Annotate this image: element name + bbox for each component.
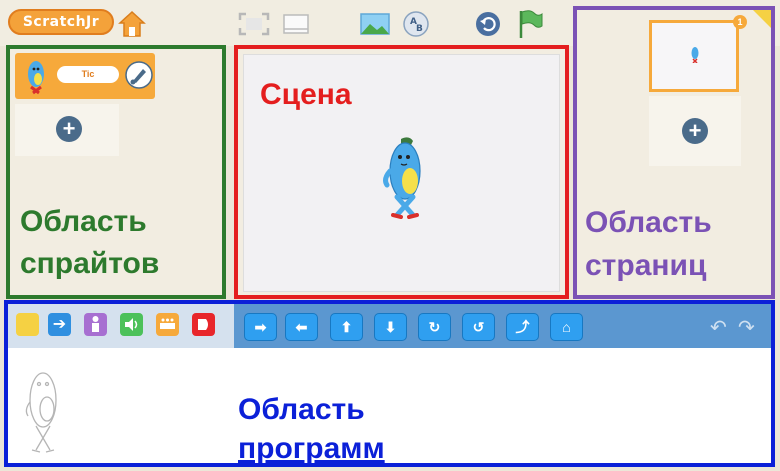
home-icon[interactable]: [118, 10, 146, 38]
paintbrush-icon[interactable]: [125, 61, 153, 89]
sprites-area: Tic + Область спрайтов: [6, 45, 226, 299]
sprite-card-selected[interactable]: Tic: [15, 53, 155, 99]
move-up-block[interactable]: ⬆: [330, 313, 363, 341]
current-sprite-outline-icon: [20, 364, 66, 458]
turn-right-block[interactable]: ↻: [418, 313, 451, 341]
undo-icon[interactable]: ↶: [710, 318, 727, 338]
go-home-block[interactable]: ⌂: [550, 313, 583, 341]
move-down-block[interactable]: ⬇: [374, 313, 407, 341]
sound-category-icon[interactable]: [120, 313, 143, 336]
category-strip: ➔: [8, 304, 234, 348]
scratchjr-logo: ScratchJr: [8, 9, 114, 35]
redo-icon[interactable]: ↷: [738, 318, 755, 338]
control-category-icon[interactable]: [156, 313, 179, 336]
stage-area: Сцена: [234, 45, 569, 299]
pages-area-label-line2: страниц: [585, 249, 707, 282]
add-sprite-tile: +: [15, 104, 119, 156]
block-palette: ➔ ➡ ⬅ ⬆ ⬇ ↻ ↺ ⤴ ⌂ ↶ ↷: [8, 304, 771, 348]
sprite-thumbnail-icon: [21, 57, 51, 95]
page-thumbnail-1[interactable]: [649, 20, 739, 92]
stage-area-label: Сцена: [260, 78, 352, 111]
pages-area: 1 + Область страниц: [573, 6, 775, 299]
triggering-category-icon[interactable]: [16, 313, 39, 336]
program-area: ➔ ➡ ⬅ ⬆ ⬇ ↻ ↺ ⤴ ⌂ ↶ ↷ Область программ: [4, 300, 775, 467]
background-icon[interactable]: [360, 12, 390, 36]
cat-sprite-icon[interactable]: [379, 135, 431, 220]
svg-text:B: B: [416, 24, 423, 34]
add-page-tile: +: [649, 96, 741, 166]
motion-category-icon[interactable]: ➔: [48, 313, 71, 336]
reset-icon[interactable]: [474, 10, 502, 38]
add-sprite-button[interactable]: +: [56, 116, 82, 142]
grid-icon[interactable]: [283, 14, 309, 34]
program-area-label-line2: программ: [238, 432, 385, 465]
text-icon[interactable]: A B: [402, 10, 430, 38]
sprites-area-label-line1: Область: [20, 205, 147, 238]
page-sprite-icon: [690, 45, 700, 64]
sprite-name-label: Tic: [57, 66, 119, 83]
program-area-label-line1: Область: [238, 393, 365, 426]
looks-category-icon[interactable]: [84, 313, 107, 336]
stage-canvas[interactable]: Сцена: [243, 54, 560, 292]
pages-area-label-line1: Область: [585, 206, 712, 239]
add-page-button[interactable]: +: [682, 118, 708, 144]
end-category-icon[interactable]: [192, 313, 215, 336]
page-corner-icon: [753, 10, 771, 28]
page-number-badge: 1: [733, 15, 747, 29]
hop-block[interactable]: ⤴: [506, 313, 539, 341]
fullscreen-icon[interactable]: [238, 12, 270, 36]
sprites-area-label-line2: спрайтов: [20, 247, 160, 280]
move-right-block[interactable]: ➡: [244, 313, 277, 341]
turn-left-block[interactable]: ↺: [462, 313, 495, 341]
move-left-block[interactable]: ⬅: [285, 313, 318, 341]
green-flag-icon[interactable]: [516, 8, 544, 40]
